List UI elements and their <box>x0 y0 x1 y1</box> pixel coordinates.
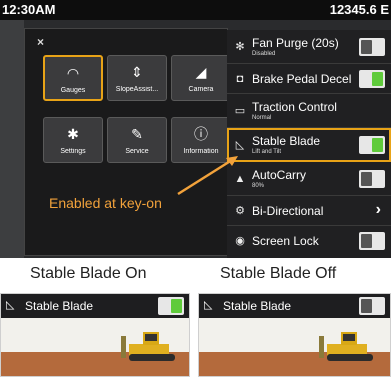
autocarry-icon: ▲ <box>234 173 246 185</box>
hour-meter: 12345.6 E <box>329 2 389 17</box>
preview-title-bar: ◺ Stable Blade <box>1 294 189 318</box>
tile-label: Settings <box>60 148 86 155</box>
setting-subtitle: Normal <box>252 115 272 121</box>
setting-title: Brake Pedal Decel <box>252 72 352 86</box>
setting-title: Screen Lock <box>252 234 319 248</box>
camera-icon: ◢ <box>195 64 207 80</box>
chevron-right-icon[interactable]: › <box>376 201 381 219</box>
clock-time: 12:30AM <box>2 2 56 17</box>
setting-row-fan-purge[interactable]: ✻ Fan Purge (20s) Disabled <box>227 30 391 64</box>
brake-icon: ◘ <box>236 73 244 85</box>
main-menu-panel: × ◠ Gauges ⇕ SlopeAssist... ◢ Camera ✱ S… <box>24 28 231 256</box>
setting-row-screen-lock[interactable]: ◉ Screen Lock <box>227 226 391 256</box>
close-icon[interactable]: × <box>37 35 44 49</box>
stable-blade-toggle[interactable] <box>359 136 385 154</box>
tile-label: Service <box>125 148 149 155</box>
label-stable-blade-on: Stable Blade On <box>30 265 147 282</box>
dozer-image <box>121 332 175 361</box>
setting-row-brake-pedal-decel[interactable]: ◘ Brake Pedal Decel <box>227 64 391 94</box>
brake-pedal-decel-toggle[interactable] <box>359 70 385 88</box>
stable-blade-icon: ◺ <box>204 299 213 311</box>
stable-blade-icon: ◺ <box>235 139 245 151</box>
settings-panel: ✻ Fan Purge (20s) Disabled ◘ Brake Pedal… <box>227 30 391 258</box>
preview-stable-blade-off: ◺ Stable Blade <box>198 293 391 377</box>
callout-text: Enabled at key-on <box>49 195 162 211</box>
status-bar: 12:30AM 12345.6 E <box>0 0 391 20</box>
tile-slopeassist[interactable]: ⇕ SlopeAssist... <box>107 55 167 101</box>
autocarry-toggle[interactable] <box>359 170 385 188</box>
preview-stable-blade-on: ◺ Stable Blade <box>0 293 190 377</box>
setting-title: Stable Blade <box>252 134 321 148</box>
fan-icon: ✻ <box>235 41 245 53</box>
wrench-icon: ✎ <box>131 126 143 142</box>
setting-row-autocarry[interactable]: ▲ AutoCarry 80% <box>227 162 391 196</box>
toggle-knob <box>361 172 372 186</box>
tile-label: Camera <box>188 86 214 93</box>
bi-directional-icon: ⚙ <box>235 205 245 217</box>
stable-blade-toggle-on <box>158 297 184 315</box>
stable-blade-toggle-off <box>359 297 385 315</box>
info-icon: ⓘ <box>194 126 208 142</box>
setting-subtitle: Disabled <box>252 51 276 57</box>
tile-gauges[interactable]: ◠ Gauges <box>43 55 103 101</box>
toggle-knob <box>361 40 372 54</box>
gauge-icon: ◠ <box>66 65 80 81</box>
toggle-knob <box>361 299 372 313</box>
tile-information[interactable]: ⓘ Information <box>171 117 231 163</box>
tile-label: SlopeAssist... <box>115 86 159 93</box>
toggle-knob <box>361 234 372 248</box>
setting-subtitle: Lift and Tilt <box>252 149 282 155</box>
preview-title: Stable Blade <box>25 299 94 313</box>
toggle-knob <box>171 299 182 313</box>
setting-title: Fan Purge (20s) <box>252 36 339 50</box>
tile-settings[interactable]: ✱ Settings <box>43 117 103 163</box>
machine-display: 12:30AM 12345.6 E × ◠ Gauges ⇕ SlopeAssi… <box>0 0 391 258</box>
gear-icon: ✱ <box>67 126 79 142</box>
toggle-knob <box>372 138 383 152</box>
tile-label: Gauges <box>60 87 86 94</box>
slope-assist-icon: ⇕ <box>131 64 143 80</box>
preview-title: Stable Blade <box>223 299 292 313</box>
tile-camera[interactable]: ◢ Camera <box>171 55 231 101</box>
tile-label: Information <box>183 148 219 155</box>
preview-title-bar: ◺ Stable Blade <box>199 294 390 318</box>
setting-title: Traction Control <box>252 100 337 114</box>
fan-purge-toggle[interactable] <box>359 38 385 56</box>
dozer-image <box>319 332 373 361</box>
setting-row-stable-blade[interactable]: ◺ Stable Blade Lift and Tilt <box>227 128 391 162</box>
screen-lock-toggle[interactable] <box>359 232 385 250</box>
label-stable-blade-off: Stable Blade Off <box>220 265 337 282</box>
traction-icon: ▭ <box>234 105 246 117</box>
tile-service[interactable]: ✎ Service <box>107 117 167 163</box>
setting-subtitle: 80% <box>252 183 265 189</box>
stable-blade-icon: ◺ <box>6 299 15 311</box>
setting-row-traction-control[interactable]: ▭ Traction Control Normal <box>227 94 391 128</box>
setting-title: Bi-Directional <box>252 204 324 218</box>
toggle-knob <box>372 72 383 86</box>
background-view <box>0 20 24 258</box>
screen-lock-icon: ◉ <box>235 235 245 247</box>
setting-row-bi-directional[interactable]: ⚙ Bi-Directional › <box>227 196 391 226</box>
setting-title: AutoCarry <box>252 168 307 182</box>
